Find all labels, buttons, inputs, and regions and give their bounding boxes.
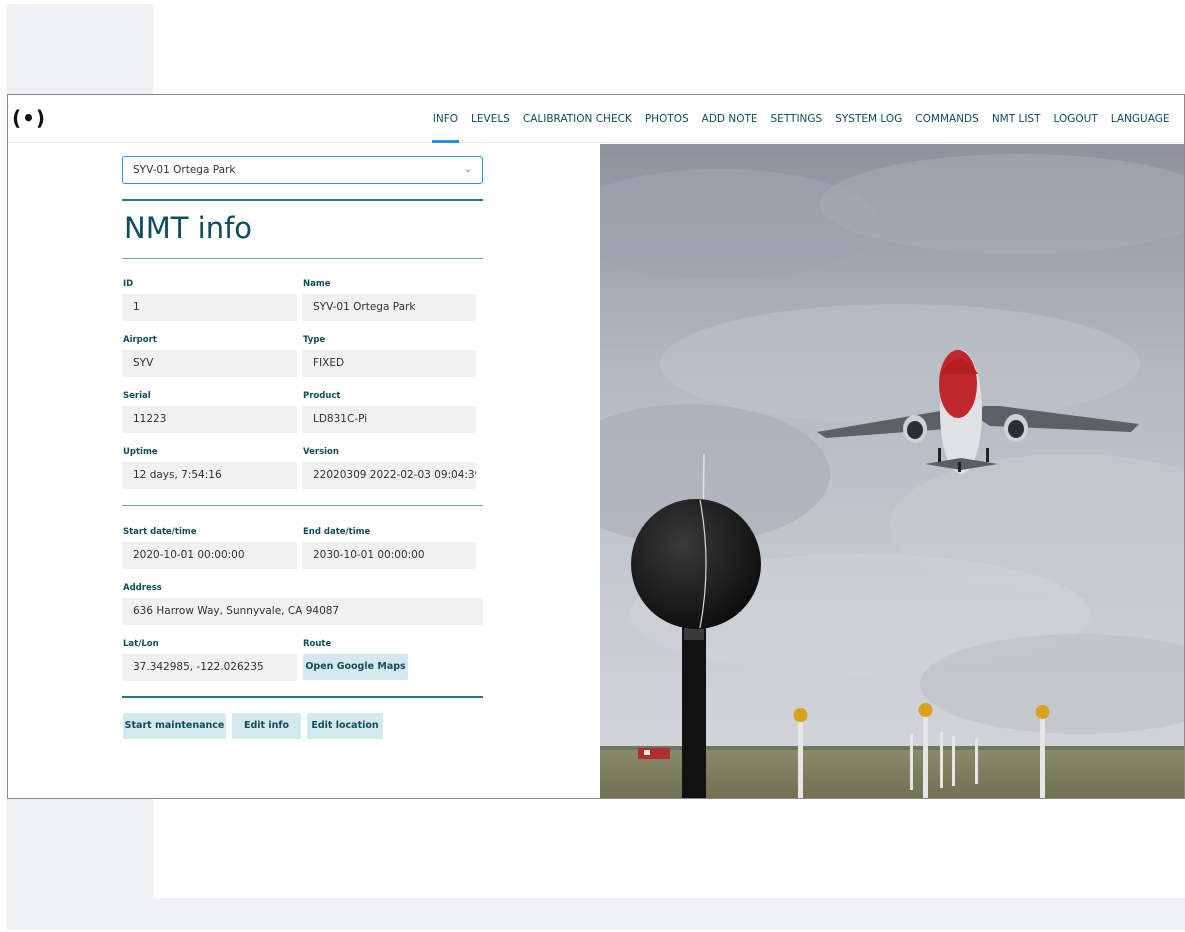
divider-title xyxy=(122,258,483,259)
nav-language[interactable]: LANGUAGE xyxy=(1104,95,1176,143)
name-label: Name xyxy=(303,279,331,289)
latlon-field: 37.342985, -122.026235 xyxy=(122,654,297,681)
top-header: (•) INFO LEVELS CALIBRATION CHECK PHOTOS… xyxy=(8,95,1184,143)
version-label: Version xyxy=(303,447,339,457)
version-field: 22020309 2022-02-03 09:04:39 xyxy=(302,462,476,489)
page-title: NMT info xyxy=(124,211,253,245)
divider-top xyxy=(122,199,483,201)
logo: (•) xyxy=(12,106,47,130)
edit-location-button[interactable]: Edit location xyxy=(307,713,383,739)
main-nav: INFO LEVELS CALIBRATION CHECK PHOTOS ADD… xyxy=(426,95,1176,143)
airport-label: Airport xyxy=(123,335,157,345)
chevron-down-icon: ⌄ xyxy=(463,164,472,175)
serial-label: Serial xyxy=(123,391,151,401)
end-datetime-field: 2030-10-01 00:00:00 xyxy=(302,542,476,569)
nav-nmt-list[interactable]: NMT LIST xyxy=(985,95,1047,143)
start-datetime-label: Start date/time xyxy=(123,527,197,537)
start-datetime-field: 2020-10-01 00:00:00 xyxy=(122,542,297,569)
product-label: Product xyxy=(303,391,341,401)
name-field: SYV-01 Ortega Park xyxy=(302,294,476,321)
uptime-field: 12 days, 7:54:16 xyxy=(122,462,297,489)
page-background-bottom xyxy=(7,898,1185,930)
nav-logout[interactable]: LOGOUT xyxy=(1047,95,1104,143)
latlon-label: Lat/Lon xyxy=(123,639,159,649)
nav-calibration-check[interactable]: CALIBRATION CHECK xyxy=(516,95,638,143)
open-google-maps-button[interactable]: Open Google Maps xyxy=(303,654,408,680)
type-field: FIXED xyxy=(302,350,476,377)
id-field: 1 xyxy=(122,294,297,321)
nav-commands[interactable]: COMMANDS xyxy=(909,95,986,143)
app-window: (•) INFO LEVELS CALIBRATION CHECK PHOTOS… xyxy=(7,94,1185,799)
route-label: Route xyxy=(303,639,332,649)
address-field: 636 Harrow Way, Sunnyvale, CA 94087 xyxy=(122,598,483,625)
divider-middle xyxy=(122,505,483,506)
airport-field: SYV xyxy=(122,350,297,377)
divider-bottom xyxy=(122,696,483,698)
start-maintenance-button[interactable]: Start maintenance xyxy=(123,713,226,739)
nav-settings[interactable]: SETTINGS xyxy=(764,95,829,143)
type-label: Type xyxy=(303,335,326,345)
serial-field: 11223 xyxy=(122,406,297,433)
nav-levels[interactable]: LEVELS xyxy=(465,95,517,143)
nav-system-log[interactable]: SYSTEM LOG xyxy=(829,95,909,143)
nmt-selector[interactable]: SYV-01 Ortega Park ⌄ xyxy=(122,156,483,184)
end-datetime-label: End date/time xyxy=(303,527,371,537)
id-label: ID xyxy=(123,279,134,289)
product-field: LD831C-Pi xyxy=(302,406,476,433)
nmt-selector-value: SYV-01 Ortega Park xyxy=(133,164,236,176)
nav-add-note[interactable]: ADD NOTE xyxy=(695,95,764,143)
nav-photos[interactable]: PHOTOS xyxy=(638,95,695,143)
address-label: Address xyxy=(123,583,162,593)
nmt-site-photo xyxy=(600,144,1184,798)
photo-illustration xyxy=(600,144,1184,798)
edit-info-button[interactable]: Edit info xyxy=(232,713,301,739)
nav-info[interactable]: INFO xyxy=(426,95,464,143)
uptime-label: Uptime xyxy=(123,447,158,457)
